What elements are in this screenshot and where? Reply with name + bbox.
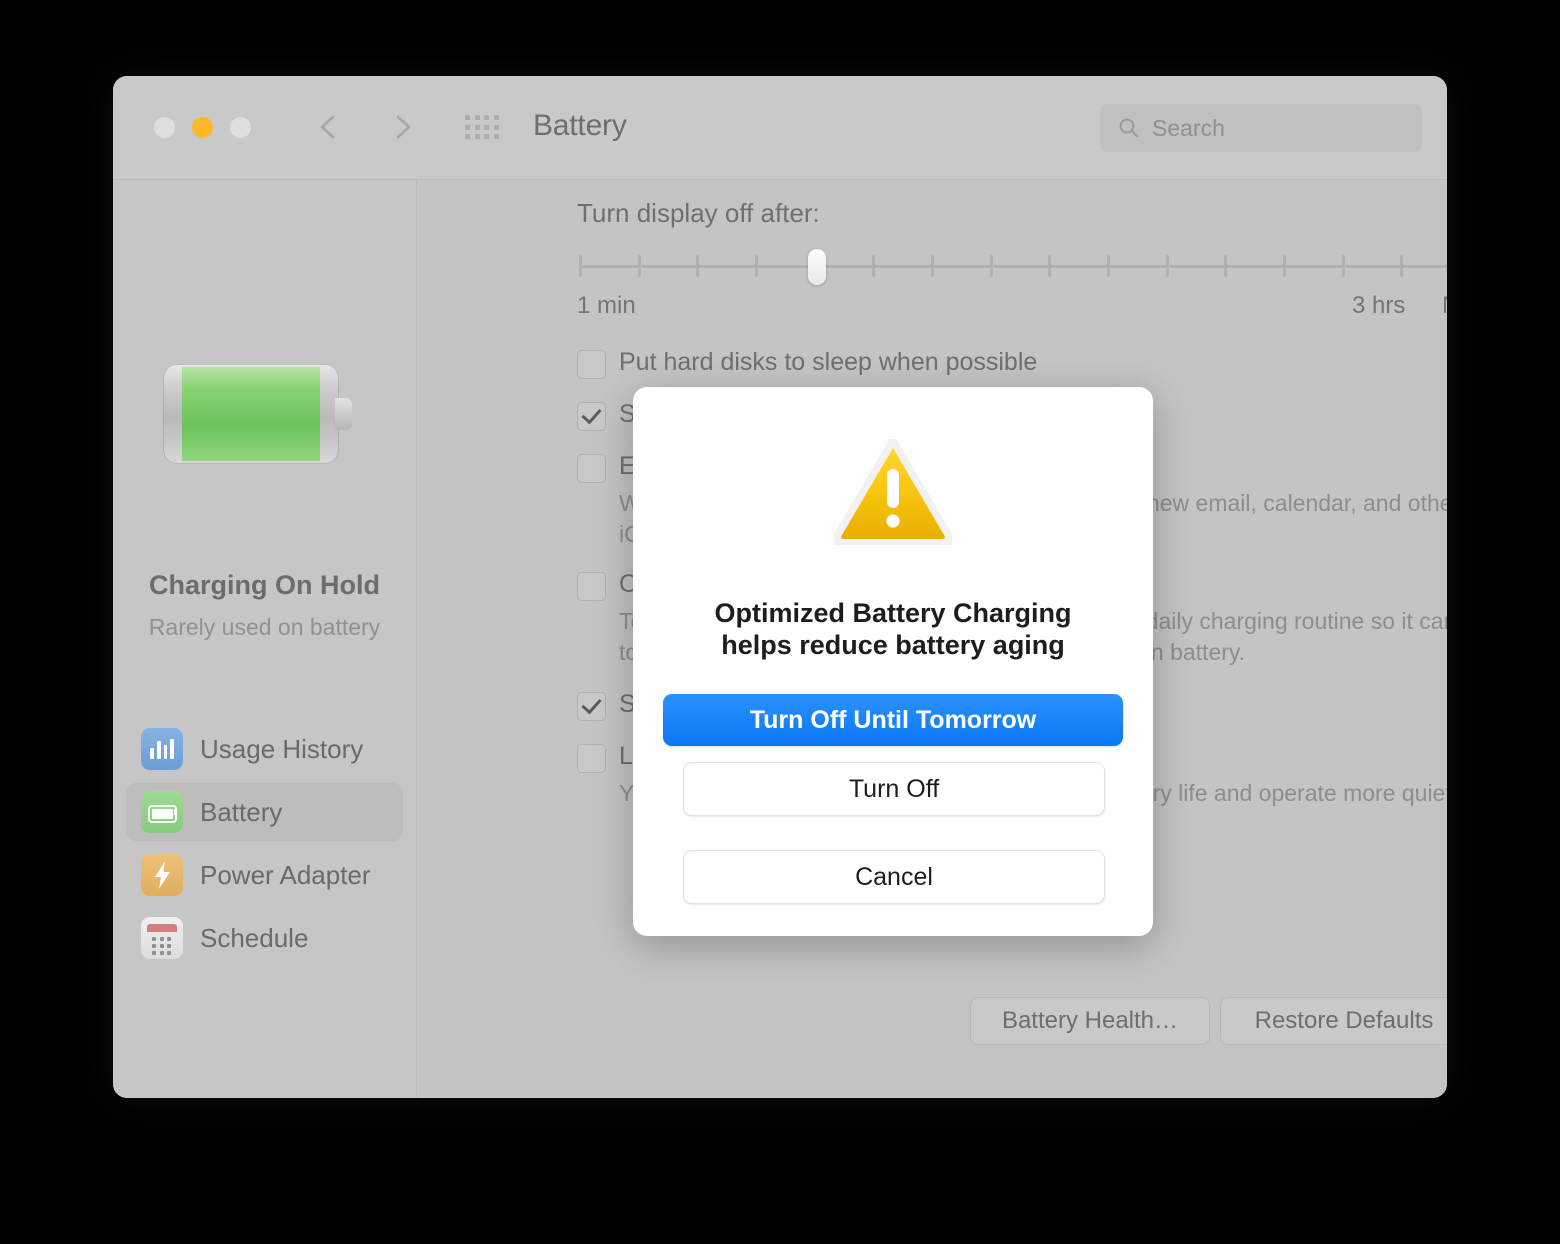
cancel-button[interactable]: Cancel (683, 850, 1105, 904)
search-placeholder: Search (1152, 114, 1225, 141)
sidebar-item-label: Battery (200, 796, 283, 827)
dialog-title-line2: helps reduce battery aging (721, 630, 1065, 660)
slider-tick (872, 255, 876, 277)
battery-icon (141, 791, 183, 833)
battery-health-button[interactable]: Battery Health… (970, 997, 1210, 1045)
slider-thumb[interactable] (807, 249, 826, 285)
checkbox[interactable] (577, 572, 606, 601)
slider-track (579, 265, 1447, 268)
checkbox[interactable] (577, 692, 606, 721)
dialog-title-line1: Optimized Battery Charging (714, 598, 1072, 628)
slider-tick (1283, 255, 1286, 277)
slider-tick (1400, 255, 1404, 277)
battery-full-icon (163, 364, 355, 464)
search-icon (1119, 118, 1139, 138)
zoom-button[interactable] (230, 117, 251, 138)
sidebar-item-schedule[interactable]: Schedule (126, 909, 403, 967)
slider-tick (637, 255, 641, 277)
display-sleep-label: Turn display off after: (577, 198, 820, 228)
slider-tick (579, 255, 582, 277)
sidebar-item-label: Power Adapter (200, 859, 371, 890)
usage-history-icon (141, 728, 183, 770)
slider-tick (1107, 255, 1110, 277)
slider-tick (1048, 255, 1052, 277)
sidebar-item-label: Usage History (200, 733, 364, 764)
slider-tick (1224, 255, 1228, 277)
turn-off-until-tomorrow-button[interactable]: Turn Off Until Tomorrow (663, 694, 1123, 746)
sidebar-item-usage-history[interactable]: Usage History (126, 720, 403, 778)
slider-tick (1165, 255, 1169, 277)
system-preferences-window: Battery Search Charging On Hold Rarely u… (113, 76, 1447, 1098)
checkbox[interactable] (577, 744, 606, 773)
sidebar-item-power-adapter[interactable]: Power Adapter (126, 846, 403, 904)
chevron-left-icon[interactable] (312, 110, 346, 144)
sidebar-item-battery[interactable]: Battery (126, 783, 403, 841)
checkbox[interactable] (577, 402, 606, 431)
slider-tick (755, 255, 758, 277)
warning-triangle-icon (834, 439, 952, 545)
checkbox[interactable] (577, 454, 606, 483)
grid-icon[interactable] (465, 115, 499, 140)
slider-tick (931, 255, 934, 277)
window-titlebar: Battery Search (113, 76, 1447, 180)
slider-tick (989, 255, 993, 277)
option-label: Put hard disks to sleep when possible (619, 348, 1038, 376)
battery-status-title: Charging On Hold (149, 570, 380, 600)
turn-off-button[interactable]: Turn Off (683, 762, 1105, 816)
power-adapter-icon (141, 854, 183, 896)
checkbox[interactable] (577, 350, 606, 379)
page-title: Battery (533, 109, 627, 142)
minimize-button[interactable] (192, 117, 213, 138)
display-sleep-slider[interactable] (579, 249, 1447, 285)
restore-defaults-button[interactable]: Restore Defaults (1220, 997, 1447, 1045)
sidebar-list: Usage History Battery Power Adapter Sche… (126, 720, 403, 972)
optimized-battery-charging-dialog: Optimized Battery Charging helps reduce … (633, 387, 1153, 936)
close-button[interactable] (154, 117, 175, 138)
sidebar: Charging On Hold Rarely used on battery … (113, 180, 417, 1098)
schedule-icon (141, 917, 183, 959)
slider-min-label: 1 min (577, 292, 636, 319)
slider-mid-label: 3 hrs (1352, 292, 1406, 319)
slider-tick (696, 255, 700, 277)
sidebar-item-label: Schedule (200, 922, 309, 953)
search-input[interactable]: Search (1100, 104, 1422, 152)
dialog-title: Optimized Battery Charging helps reduce … (663, 597, 1123, 661)
battery-status-subtitle: Rarely used on battery (148, 614, 381, 640)
slider-tick (1341, 255, 1345, 277)
slider-max-label: Never (1442, 292, 1447, 320)
chevron-right-icon[interactable] (385, 110, 419, 144)
